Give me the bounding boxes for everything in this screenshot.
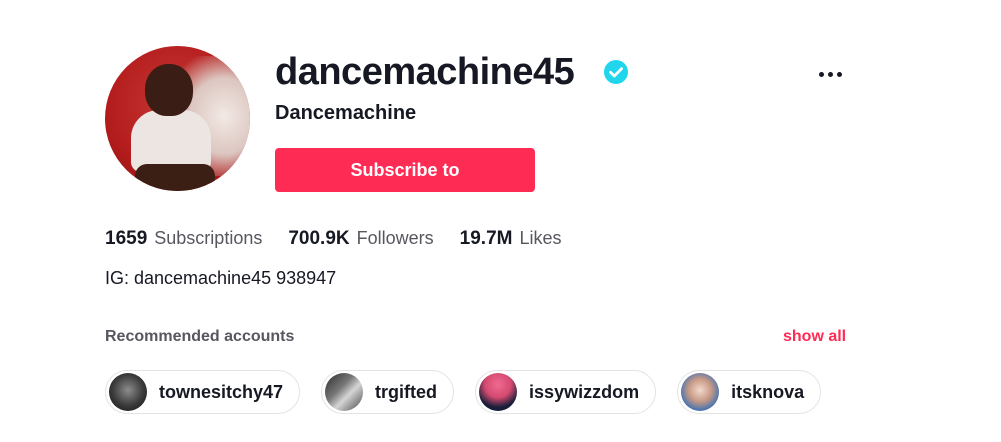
recommended-accounts-list: townesitchy47 trgifted issywizzdom itskn… <box>105 370 842 414</box>
avatar-figure-legs <box>135 164 215 191</box>
avatar <box>479 373 518 411</box>
show-all-link[interactable]: show all <box>783 328 846 346</box>
stat-value: 1659 <box>105 228 148 249</box>
verified-badge-icon <box>604 60 628 84</box>
stat-followers[interactable]: 700.9K Followers <box>288 228 433 250</box>
stat-label: Likes <box>519 228 562 248</box>
recommended-account-name: trgifted <box>375 381 438 402</box>
stat-label: Followers <box>356 228 434 248</box>
stat-value: 19.7M <box>459 228 513 249</box>
profile-stats: 1659 Subscriptions 700.9K Followers 19.7… <box>105 228 588 250</box>
avatar <box>325 373 364 411</box>
profile-bio: IG: dancemachine45 938947 <box>105 268 337 288</box>
recommended-account-chip[interactable]: issywizzdom <box>475 370 657 414</box>
profile-username: dancemachine45 <box>275 51 575 93</box>
profile-nickname: Dancemachine <box>275 102 417 124</box>
more-horizontal-icon-dot <box>836 71 842 77</box>
stat-subscriptions[interactable]: 1659 Subscriptions <box>105 228 262 250</box>
avatar-figure-head <box>145 64 193 116</box>
recommended-account-chip[interactable]: townesitchy47 <box>105 370 301 414</box>
recommended-account-name: issywizzdom <box>529 381 640 402</box>
stat-likes: 19.7M Likes <box>460 228 562 250</box>
recommended-accounts-title: Recommended accounts <box>105 328 295 345</box>
more-options-button[interactable] <box>812 60 848 88</box>
more-horizontal-icon <box>818 71 824 77</box>
stat-value: 700.9K <box>288 228 350 249</box>
avatar-figure-shirt <box>131 110 211 172</box>
recommended-account-name: itsknova <box>731 381 805 402</box>
subscribe-button[interactable]: Subscribe to <box>275 148 535 192</box>
recommended-account-chip[interactable]: itsknova <box>677 370 822 414</box>
stat-label: Subscriptions <box>154 228 263 248</box>
profile-avatar <box>105 46 250 191</box>
recommended-account-chip[interactable]: trgifted <box>321 370 455 414</box>
more-horizontal-icon-dot <box>827 71 833 77</box>
avatar <box>681 373 720 411</box>
avatar <box>109 373 147 411</box>
recommended-account-name: townesitchy47 <box>159 381 284 402</box>
